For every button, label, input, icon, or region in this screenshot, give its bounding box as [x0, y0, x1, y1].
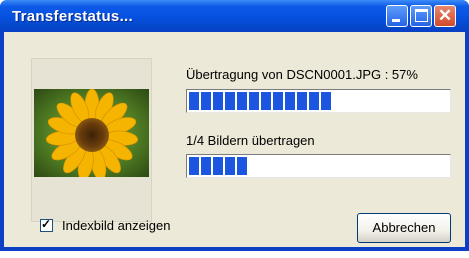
progress-block — [225, 157, 235, 175]
dialog-body: Übertragung von DSCN0001.JPG : 57% 1/4 B… — [4, 32, 465, 247]
progress-block — [321, 92, 331, 110]
progress-block — [309, 92, 319, 110]
progress-block — [201, 157, 211, 175]
image-thumbnail — [31, 58, 152, 222]
image-count-status: 1/4 Bildern übertragen — [186, 133, 315, 148]
progress-block — [297, 92, 307, 110]
progress-block — [201, 92, 211, 110]
transfer-status-window: Transferstatus... ✕ Übertragung von DSCN… — [0, 0, 469, 251]
progress-block — [213, 92, 223, 110]
sunflower-thumbnail-image — [34, 89, 149, 177]
checkmark-icon: ✓ — [41, 217, 52, 231]
progress-block — [285, 92, 295, 110]
image-progress-bar — [186, 154, 451, 178]
progress-block — [213, 157, 223, 175]
minimize-icon — [392, 19, 400, 22]
progress-block — [249, 92, 259, 110]
index-image-label: Indexbild anzeigen — [62, 218, 171, 233]
progress-block — [237, 157, 247, 175]
file-progress-bar — [186, 89, 451, 113]
close-icon: ✕ — [437, 6, 453, 25]
close-button[interactable]: ✕ — [434, 5, 456, 27]
maximize-icon — [415, 9, 428, 22]
progress-block — [225, 92, 235, 110]
title-bar[interactable]: Transferstatus... ✕ — [0, 0, 469, 32]
file-transfer-status: Übertragung von DSCN0001.JPG : 57% — [186, 67, 418, 82]
window-title: Transferstatus... — [12, 8, 133, 25]
image-progress-fill — [189, 157, 247, 175]
file-progress-fill — [189, 92, 331, 110]
progress-block — [189, 157, 199, 175]
cancel-button-label: Abbrechen — [372, 220, 436, 235]
progress-block — [273, 92, 283, 110]
cancel-button[interactable]: Abbrechen — [357, 213, 451, 243]
progress-block — [261, 92, 271, 110]
index-image-checkbox[interactable]: ✓ — [40, 217, 53, 232]
progress-block — [189, 92, 199, 110]
maximize-button[interactable] — [410, 5, 432, 27]
progress-block — [237, 92, 247, 110]
minimize-button[interactable] — [386, 5, 408, 27]
